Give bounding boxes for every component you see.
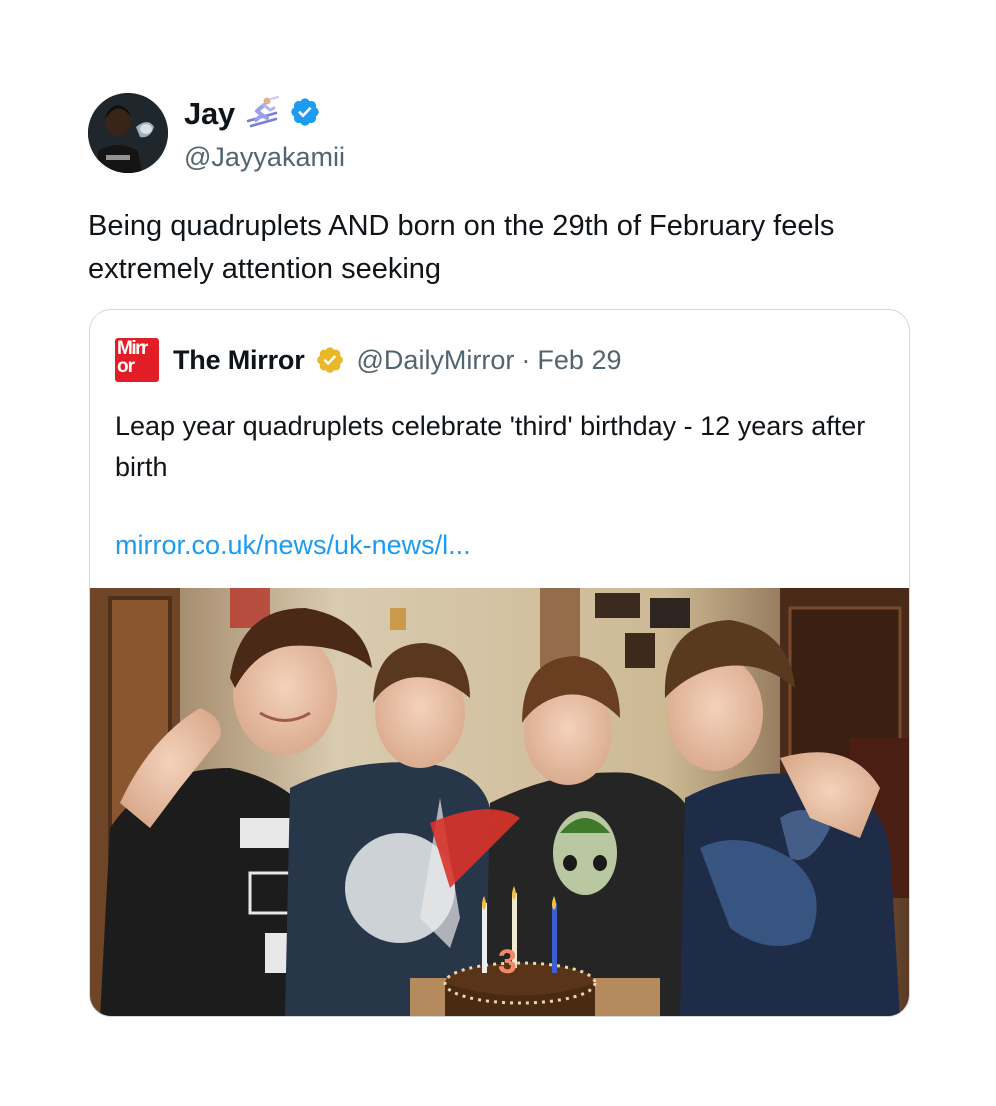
quoted-display-name[interactable]: The Mirror (173, 345, 305, 376)
logo-text-line2: or (117, 356, 135, 377)
quoted-tweet-text: Leap year quadruplets celebrate 'third' … (115, 411, 866, 482)
quoted-tweet-link[interactable]: mirror.co.uk/news/uk-news/l... (115, 530, 471, 561)
quoted-tweet-header: Mirr or The Mirror @DailyMirror · Feb 29 (115, 338, 621, 382)
quoted-date[interactable]: Feb 29 (537, 345, 621, 376)
separator-dot: · (521, 344, 531, 375)
author-handle[interactable]: @Jayyakamii (184, 142, 345, 173)
author-avatar[interactable] (88, 93, 168, 173)
quoted-handle[interactable]: @DailyMirror (357, 345, 515, 376)
four-boys-birthday-cake-photo[interactable]: 3 (90, 588, 909, 1016)
blue-verified-badge-icon[interactable] (289, 96, 321, 133)
quoted-tweet-card[interactable]: Mirr or The Mirror @DailyMirror · Feb 29… (89, 309, 910, 1017)
tweet-text: Being quadruplets AND born on the 29th o… (88, 210, 835, 285)
author-name-row: Jay (184, 94, 321, 134)
author-display-name[interactable]: Jay (184, 96, 235, 132)
skier-emoji-icon (245, 95, 279, 134)
candle-number-3: 3 (498, 943, 517, 981)
gold-verified-badge-icon[interactable] (315, 345, 345, 375)
the-mirror-logo[interactable]: Mirr or (115, 338, 159, 382)
tweet: Jay @Jayyakamii Being quadruplets AND bo… (0, 0, 996, 1106)
